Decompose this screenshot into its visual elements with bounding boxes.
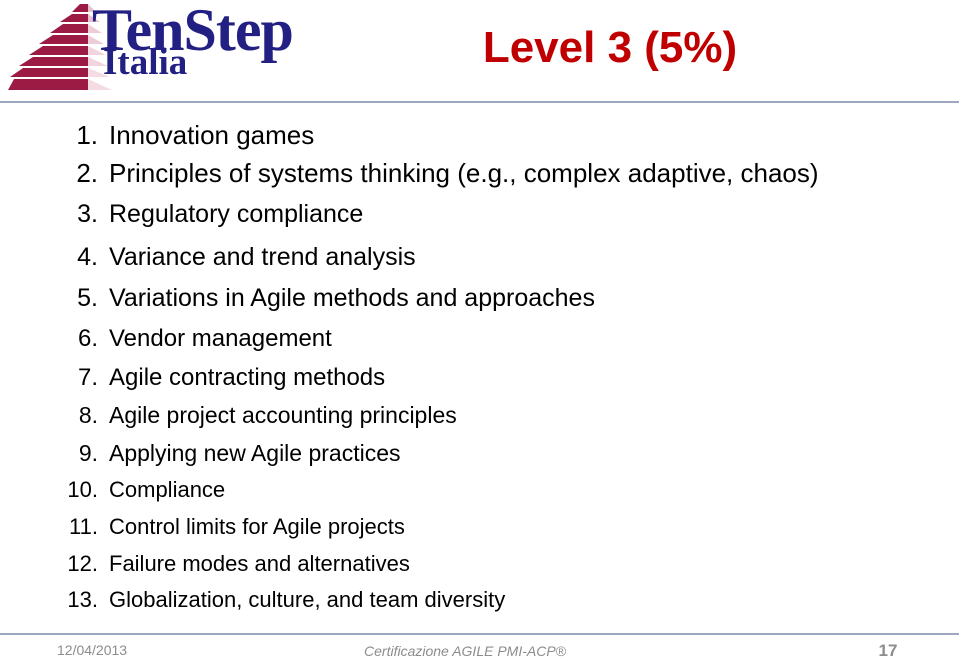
- list-item-number: 7.: [77, 364, 98, 391]
- list-item-number: 1.: [76, 120, 98, 150]
- list-item-number: 6.: [77, 325, 98, 352]
- list-item-label: Regulatory compliance: [109, 200, 364, 228]
- list-item-number: 5.: [77, 284, 98, 312]
- header-divider: [0, 101, 959, 103]
- list-item-label: Variance and trend analysis: [109, 243, 416, 271]
- list-item: 4. Variance and trend analysis: [0, 243, 900, 272]
- list-item: 5. Variations in Agile methods and approa…: [0, 284, 900, 313]
- list-item-number: 13.: [67, 587, 98, 612]
- list-item: 12. Failure modes and alternatives: [0, 551, 900, 577]
- footer-divider: [0, 633, 959, 635]
- list-item-label: Control limits for Agile projects: [109, 514, 405, 539]
- slide-header: TenStep Italia Level 3 (5%): [0, 0, 959, 103]
- list-item-label: Applying new Agile practices: [109, 440, 401, 466]
- tenstep-italia-logo: TenStep Italia: [8, 0, 294, 94]
- list-item-number: 4.: [77, 243, 98, 271]
- list-item-label: Globalization, culture, and team diversi…: [109, 587, 506, 612]
- list-item-label: Principles of systems thinking (e.g., co…: [109, 158, 819, 188]
- list-item-label: Variations in Agile methods and approach…: [109, 284, 595, 312]
- list-item-label: Agile project accounting principles: [109, 402, 457, 428]
- list-item-number: 9.: [78, 440, 98, 466]
- list-item: 3. Regulatory compliance: [0, 200, 900, 229]
- list-item: 13. Globalization, culture, and team dive…: [0, 587, 900, 613]
- list-item: 6. Vendor management: [0, 325, 900, 353]
- list-item-number: 2.: [76, 158, 98, 188]
- footer-page-number: 17: [878, 641, 898, 660]
- slide: TenStep Italia Level 3 (5%) 1. Innovation…: [0, 0, 959, 668]
- page-title: Level 3 (5%): [482, 23, 738, 72]
- list-item-label: Failure modes and alternatives: [109, 551, 410, 576]
- list-item: 8. Agile project accounting principles: [0, 402, 900, 429]
- list-item-label: Innovation games: [109, 120, 315, 150]
- list-item: 1. Innovation games: [0, 120, 900, 151]
- list-item-label: Compliance: [109, 477, 226, 502]
- list-item: 7. Agile contracting methods: [0, 364, 900, 392]
- footer-course-title: Certificazione AGILE PMI-ACP®: [364, 643, 566, 659]
- list-item: 2. Principles of systems thinking (e.g., …: [0, 158, 900, 189]
- numbered-list: 1. Innovation games 2. Principles of system…: [0, 112, 959, 630]
- list-item-number: 12.: [67, 551, 98, 576]
- list-item: 10. Compliance: [0, 477, 900, 503]
- list-item-number: 10.: [67, 477, 98, 502]
- list-item-label: Agile contracting methods: [109, 364, 386, 391]
- list-item: 9. Applying new Agile practices: [0, 440, 900, 467]
- list-item-number: 8.: [78, 402, 98, 428]
- list-item-number: 3.: [77, 200, 98, 228]
- list-item-label: Vendor management: [109, 325, 332, 352]
- list-item: 11. Control limits for Agile projects: [0, 514, 900, 540]
- logo-subbrand-text: Italia: [103, 42, 188, 83]
- logo-wordmark: TenStep Italia: [92, 0, 294, 94]
- slide-footer: 12/04/2013 Certificazione AGILE PMI-ACP®…: [0, 630, 959, 668]
- list-item-number: 11.: [69, 514, 98, 539]
